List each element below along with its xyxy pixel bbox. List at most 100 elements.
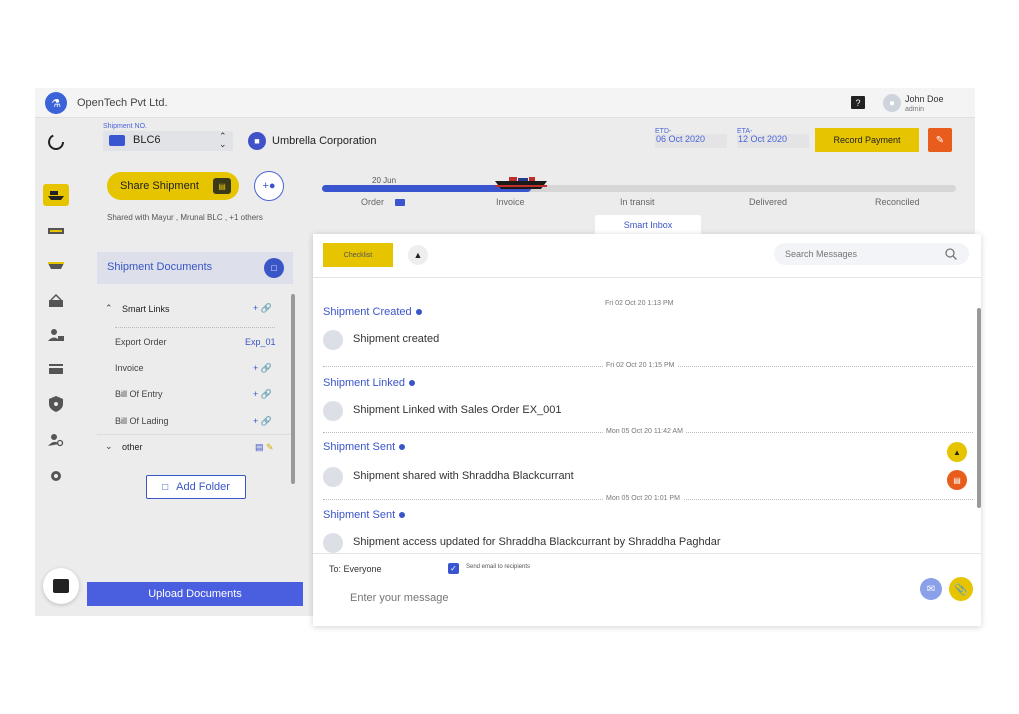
event-text: Shipment Linked with Sales Order EX_001: [353, 404, 562, 416]
pin-icon[interactable]: ▲: [408, 245, 428, 265]
send-email-checkbox[interactable]: ✓: [448, 563, 459, 574]
recipients-label[interactable]: To: Everyone: [329, 564, 382, 574]
tab-smart-inbox[interactable]: Smart Inbox: [595, 215, 701, 235]
flag-icon: [395, 199, 405, 206]
flag-icon: [109, 135, 125, 146]
edit-pencil-icon[interactable]: ✎: [928, 128, 952, 152]
chevron-up-icon[interactable]: ⌃: [105, 303, 113, 314]
help-icon[interactable]: ?: [851, 96, 865, 109]
shipment-documents-title: Shipment Documents: [107, 261, 213, 273]
event-title: Shipment Sent: [323, 441, 406, 453]
customer-name: Umbrella Corporation: [272, 135, 377, 147]
bill-of-entry-add-link-icon[interactable]: + 🔗: [253, 389, 272, 400]
gear-icon: [408, 380, 415, 386]
avatar: [323, 330, 343, 350]
cargo-ship-icon: [495, 176, 547, 190]
shipment-no-label: Shipment NO.: [103, 123, 147, 130]
divider: [97, 434, 291, 435]
record-payment-button[interactable]: Record Payment: [815, 128, 919, 152]
event-title: Shipment Linked: [323, 377, 415, 389]
document-icon: ▤: [213, 178, 231, 194]
eta-field[interactable]: 12 Oct 2020: [737, 134, 809, 148]
inbox-toolbar: Checklist ▲: [313, 234, 981, 278]
event-title: Shipment Created: [323, 306, 422, 318]
add-link-icon[interactable]: + 🔗: [253, 303, 272, 314]
event-text: Shipment shared with Shraddha Blackcurra…: [353, 470, 574, 482]
step-invoice: Invoice: [496, 197, 525, 207]
add-user-button[interactable]: +●: [254, 171, 284, 201]
event-title-text: Shipment Created: [323, 306, 412, 318]
event-timestamp: Fri 02 Oct 20 1:13 PM: [605, 300, 674, 307]
avatar: [323, 467, 343, 487]
contacts-icon[interactable]: [43, 324, 69, 346]
step-order: Order: [361, 197, 385, 207]
messages-list: Fri 02 Oct 20 1:13 PM Shipment Created S…: [313, 279, 981, 553]
flask-logo-icon: ⚗: [45, 92, 67, 114]
doc-export-order[interactable]: Export Order: [115, 337, 167, 347]
event-title-text: Shipment Linked: [323, 377, 405, 389]
event-timestamp: Mon 05 Oct 20 11:42 AM: [603, 428, 686, 435]
avatar: [323, 533, 343, 553]
email-icon[interactable]: ✉: [920, 578, 942, 600]
divider: [115, 327, 275, 328]
doc-bill-of-entry[interactable]: Bill Of Entry: [115, 389, 163, 399]
settings-gear-icon[interactable]: [43, 465, 69, 487]
add-folder-button[interactable]: □ Add Folder: [146, 475, 246, 499]
smart-links-label[interactable]: Smart Links: [122, 304, 170, 314]
avatar: [323, 401, 343, 421]
doc-edit-icons[interactable]: ▤ ✎: [255, 442, 274, 453]
loading-spinner-icon[interactable]: [43, 131, 69, 153]
event-title-text: Shipment Sent: [323, 441, 396, 453]
shipment-no-value: BLC6: [133, 134, 161, 146]
invoice-add-link-icon[interactable]: + 🔗: [253, 363, 272, 374]
company-name: OpenTech Pvt Ltd.: [77, 97, 168, 109]
step-in-transit: In transit: [620, 197, 655, 207]
upload-documents-button[interactable]: Upload Documents: [87, 582, 303, 606]
event-title: Shipment Sent: [323, 509, 406, 521]
delete-icon[interactable]: ▤: [947, 470, 967, 490]
vessel-icon[interactable]: [43, 254, 69, 276]
doc-bill-of-lading[interactable]: Bill Of Lading: [115, 416, 169, 426]
event-text: Shipment access updated for Shraddha Bla…: [353, 536, 721, 548]
etd-field[interactable]: 06 Oct 2020: [655, 134, 727, 148]
user-avatar[interactable]: ●: [883, 94, 901, 112]
event-text: Shipment created: [353, 333, 440, 345]
step-reconciled: Reconciled: [875, 197, 920, 207]
bill-of-lading-add-link-icon[interactable]: + 🔗: [253, 416, 272, 427]
card-icon[interactable]: [43, 358, 69, 380]
attachment-clip-icon[interactable]: 📎: [949, 577, 973, 601]
shield-icon[interactable]: [43, 393, 69, 415]
documents-scrollbar[interactable]: [291, 294, 295, 484]
folder-icon[interactable]: □: [264, 258, 284, 278]
add-folder-label: Add Folder: [176, 481, 230, 493]
gear-icon: [415, 309, 422, 315]
folder-plus-icon: □: [162, 481, 169, 493]
smart-inbox-panel: Checklist ▲ Fri 02 Oct 20 1:13 PM Shipme…: [313, 234, 981, 626]
compose-area: To: Everyone ✓ Send email to recipients …: [313, 553, 981, 626]
export-order-link[interactable]: Exp_01: [245, 337, 276, 347]
chevron-down-icon[interactable]: ⌄: [105, 441, 113, 452]
search-icon[interactable]: [945, 248, 957, 260]
icon-rail: [35, 118, 77, 616]
transfer-icon[interactable]: [43, 220, 69, 242]
other-folder-label[interactable]: other: [122, 442, 143, 452]
chat-bubble-icon[interactable]: [43, 568, 79, 604]
event-timestamp: Mon 05 Oct 20 1:01 PM: [603, 495, 683, 502]
message-input[interactable]: [350, 590, 870, 606]
doc-invoice[interactable]: Invoice: [115, 363, 144, 373]
building-icon: ■: [248, 132, 266, 150]
event-title-text: Shipment Sent: [323, 509, 396, 521]
stepper-arrows-icon[interactable]: ⌃ ⌄: [219, 132, 227, 149]
checklist-button[interactable]: Checklist: [323, 243, 393, 267]
user-search-icon[interactable]: [43, 429, 69, 451]
payments-icon[interactable]: [43, 290, 69, 312]
timeline-date: 20 Jun: [372, 176, 397, 185]
pin-message-icon[interactable]: ▲: [947, 442, 967, 462]
user-name: John Doe: [905, 94, 944, 104]
search-messages-input[interactable]: [774, 243, 969, 265]
shipments-ship-icon[interactable]: [43, 184, 69, 206]
shared-with-text: Shared with Mayur , Mrunal BLC , +1 othe…: [107, 213, 263, 222]
send-email-label: Send email to recipients: [466, 564, 531, 570]
messages-scrollbar[interactable]: [977, 308, 981, 508]
top-bar: ⚗ OpenTech Pvt Ltd. ? ● John Doe admin: [35, 88, 975, 118]
